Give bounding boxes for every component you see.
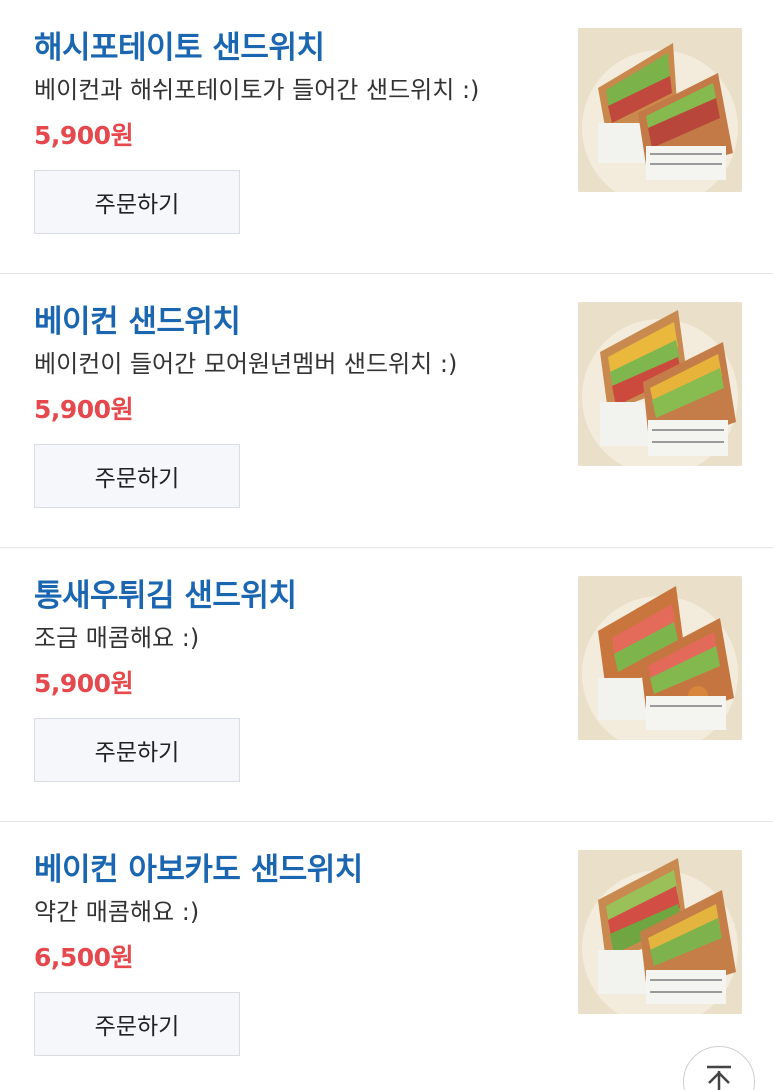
order-button[interactable]: 주문하기 (34, 992, 240, 1056)
menu-item-description: 베이컨과 해쉬포테이토가 들어간 샌드위치 :) (34, 76, 480, 104)
menu-list: 해시포테이토 샌드위치 베이컨과 해쉬포테이토가 들어간 샌드위치 :) 5,9… (0, 0, 773, 1090)
order-button[interactable]: 주문하기 (34, 718, 240, 782)
menu-item-description: 약간 매콤해요 :) (34, 898, 200, 926)
menu-item-title[interactable]: 통새우튀김 샌드위치 (34, 570, 297, 615)
menu-item-price: 5,900원 (34, 669, 134, 698)
menu-item-price: 5,900원 (34, 395, 134, 424)
menu-item-title[interactable]: 베이컨 아보카도 샌드위치 (34, 844, 363, 889)
arrow-up-to-top-icon (707, 1065, 731, 1090)
sandwich-image (578, 576, 742, 740)
order-button[interactable]: 주문하기 (34, 170, 240, 234)
menu-item: 통새우튀김 샌드위치 조금 매콤해요 :) 5,900원 주문하기 (0, 548, 773, 822)
menu-item-title[interactable]: 베이컨 샌드위치 (34, 296, 241, 341)
menu-item-price: 5,900원 (34, 121, 134, 150)
menu-item-description: 베이컨이 들어간 모어원년멤버 샌드위치 :) (34, 350, 458, 378)
sandwich-photo[interactable] (578, 302, 742, 466)
sandwich-photo[interactable] (578, 576, 742, 740)
menu-item: 베이컨 아보카도 샌드위치 약간 매콤해요 :) 6,500원 주문하기 (0, 822, 773, 1090)
menu-item: 베이컨 샌드위치 베이컨이 들어간 모어원년멤버 샌드위치 :) 5,900원 … (0, 274, 773, 548)
sandwich-photo[interactable] (578, 28, 742, 192)
sandwich-image (578, 28, 742, 192)
menu-item: 해시포테이토 샌드위치 베이컨과 해쉬포테이토가 들어간 샌드위치 :) 5,9… (0, 0, 773, 274)
sandwich-image (578, 850, 742, 1014)
sandwich-image (578, 302, 742, 466)
menu-item-price: 6,500원 (34, 943, 134, 972)
menu-item-description: 조금 매콤해요 :) (34, 624, 200, 652)
sandwich-photo[interactable] (578, 850, 742, 1014)
menu-item-title[interactable]: 해시포테이토 샌드위치 (34, 22, 325, 67)
order-button[interactable]: 주문하기 (34, 444, 240, 508)
